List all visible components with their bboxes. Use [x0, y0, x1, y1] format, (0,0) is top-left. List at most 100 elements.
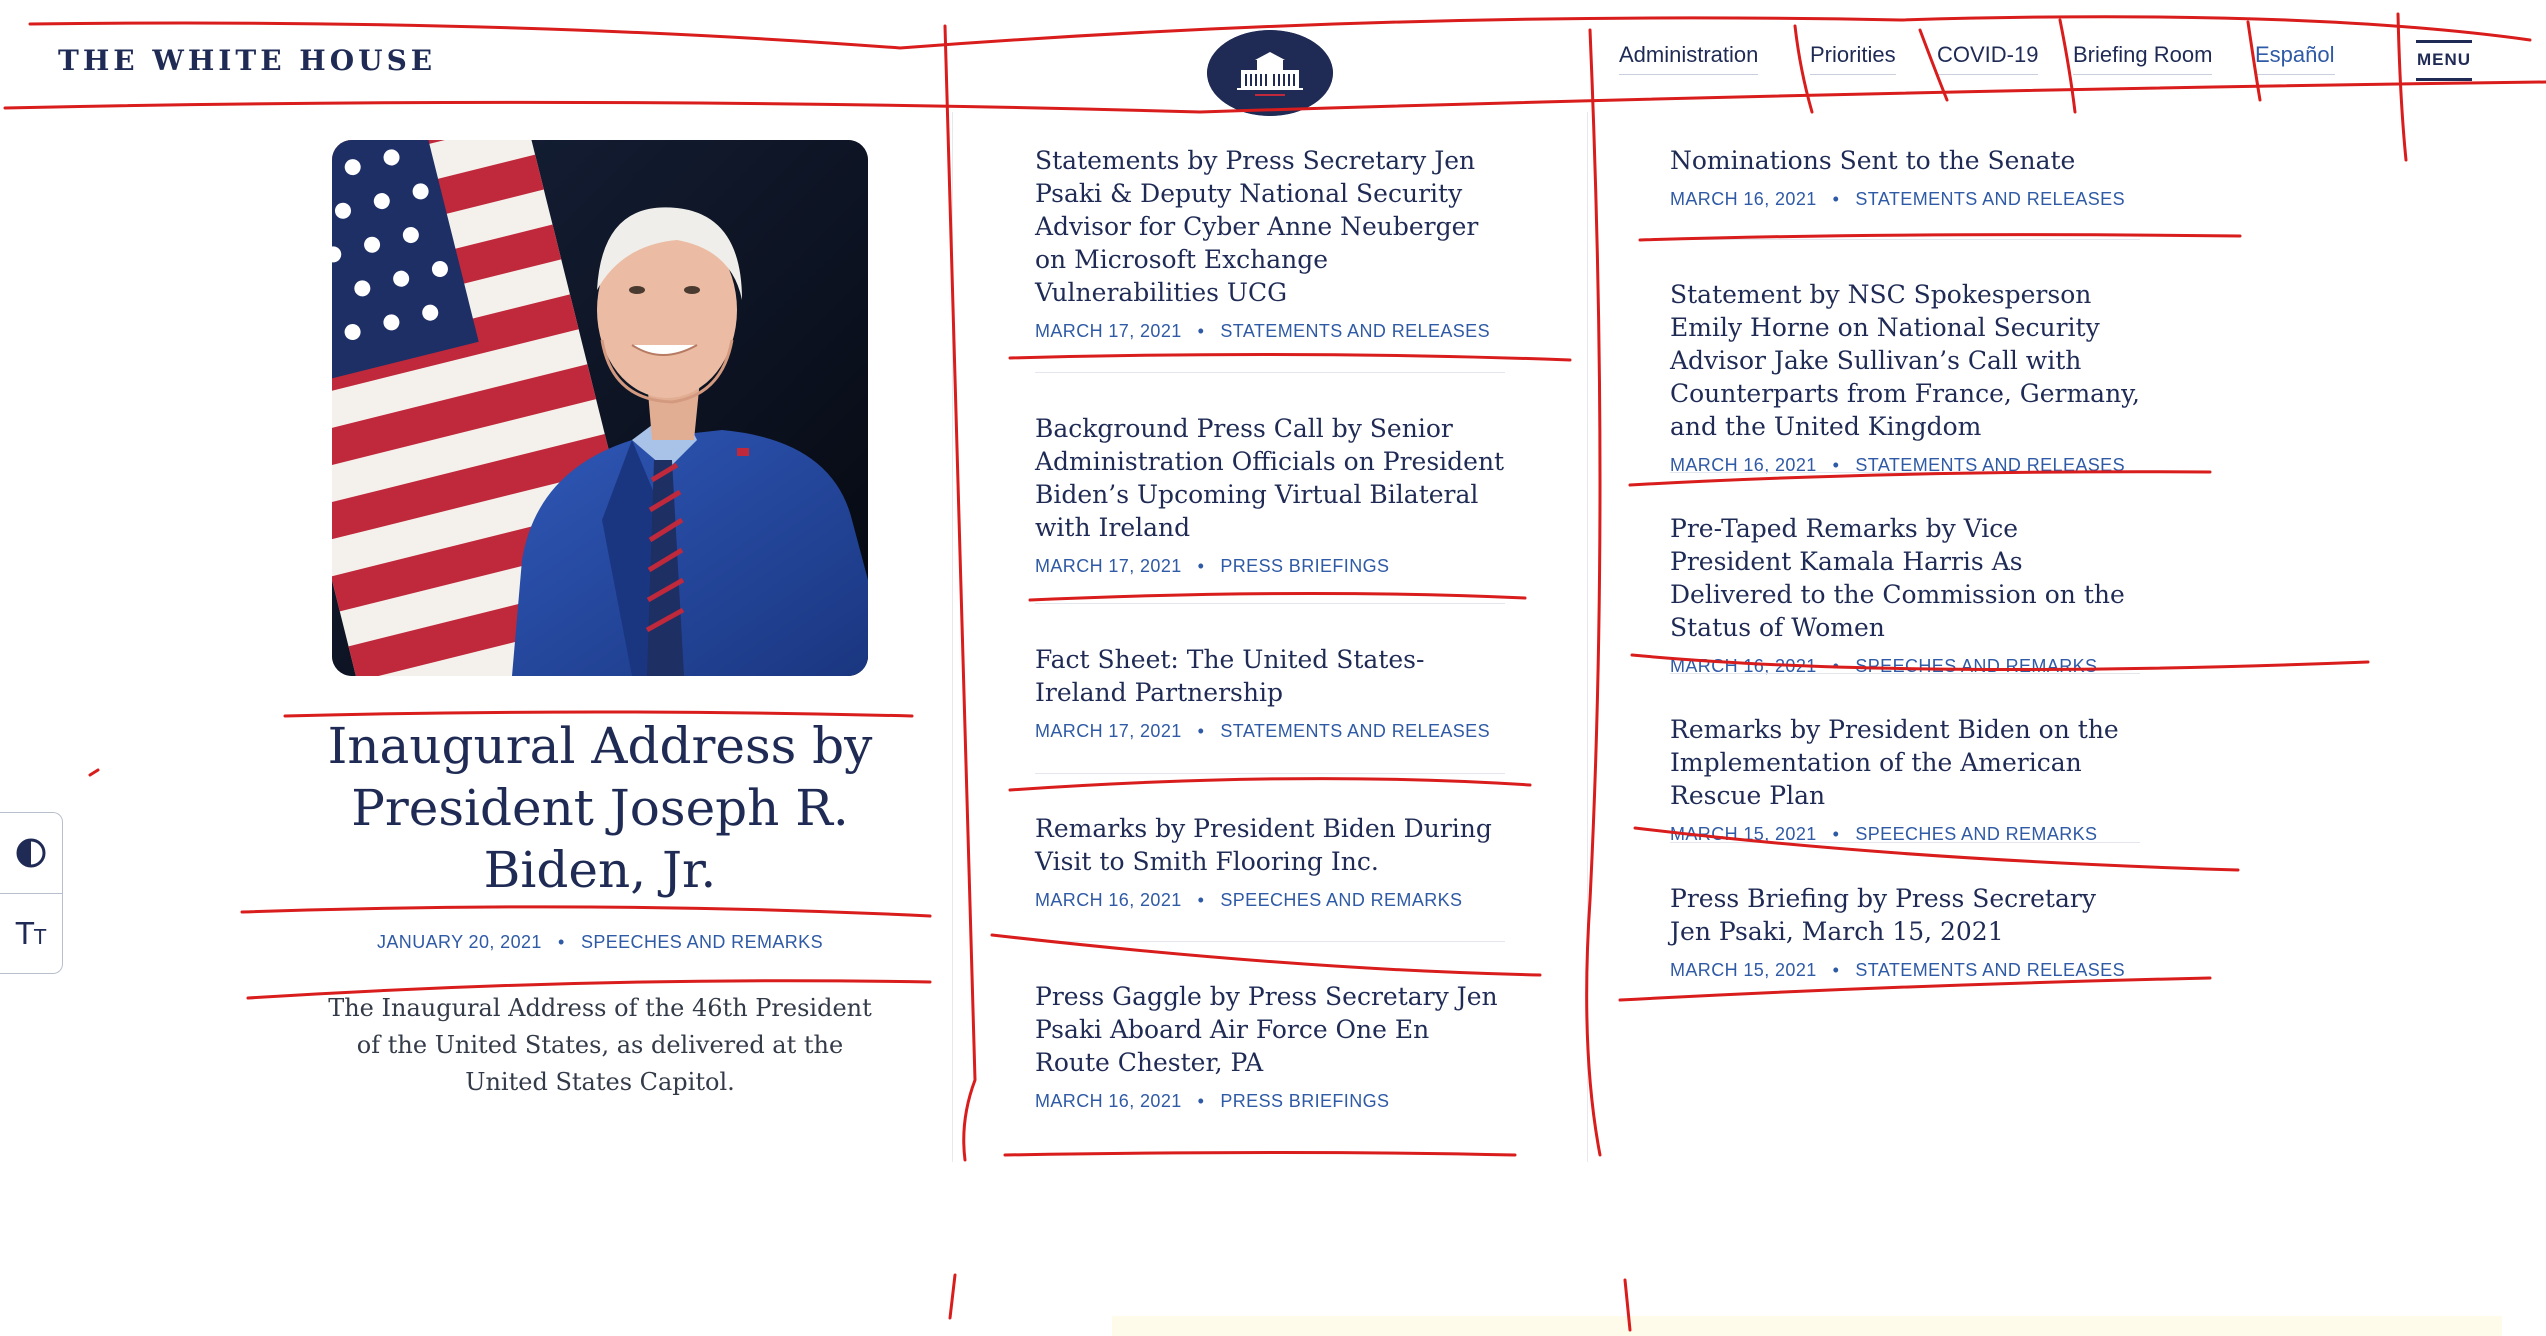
featured-description: The Inaugural Address of the 46th Presid… [328, 994, 872, 1096]
article-item: Background Press Call by Senior Administ… [1035, 412, 1505, 577]
article-item: Press Gaggle by Press Secretary Jen Psak… [1035, 980, 1505, 1112]
article-meta: MARCH 16, 2021 • PRESS BRIEFINGS [1035, 1091, 1505, 1112]
article-category-link[interactable]: SPEECHES AND REMARKS [1220, 890, 1462, 910]
president-portrait-photo[interactable] [332, 140, 868, 676]
nav-briefing-room[interactable]: Briefing Room [2073, 42, 2213, 75]
article-meta: MARCH 16, 2021 • STATEMENTS AND RELEASES [1670, 189, 2140, 210]
menu-bar-bottom [2416, 78, 2472, 81]
article-title-link[interactable]: Remarks by President Biden During Visit … [1035, 812, 1505, 878]
article-item: Remarks by President Biden During Visit … [1035, 812, 1505, 911]
article-separator [1035, 603, 1505, 604]
featured-date: JANUARY 20, 2021 [376, 932, 542, 952]
article-item: Statements by Press Secretary Jen Psaki … [1035, 144, 1505, 342]
column-divider [952, 112, 953, 1162]
contrast-toggle-button[interactable] [0, 813, 62, 893]
article-title-link[interactable]: Fact Sheet: The United States-Ireland Pa… [1035, 643, 1505, 709]
article-item: Press Briefing by Press Secretary Jen Ps… [1670, 882, 2140, 981]
article-category-link[interactable]: SPEECHES AND REMARKS [1855, 824, 2097, 844]
article-title-link[interactable]: Statements by Press Secretary Jen Psaki … [1035, 144, 1505, 309]
article-category-link[interactable]: PRESS BRIEFINGS [1220, 1091, 1389, 1111]
article-meta: MARCH 16, 2021 • SPEECHES AND REMARKS [1035, 890, 1505, 911]
article-separator [1670, 239, 2140, 240]
meta-bullet: • [1197, 721, 1205, 741]
article-title-link[interactable]: Remarks by President Biden on the Implem… [1670, 713, 2140, 812]
menu-button[interactable]: MENU [2416, 40, 2472, 84]
white-house-seal-logo[interactable] [1207, 30, 1333, 116]
annotation-stroke [1008, 352, 1572, 362]
menu-label: MENU [2416, 50, 2472, 69]
text-size-large: T [15, 916, 35, 952]
text-size-icon: TT [16, 917, 47, 952]
annotation-stroke [1028, 591, 1527, 602]
site-header: THE WHITE HOUSE Administration Prioritie… [0, 0, 2546, 116]
article-title-link[interactable]: Press Briefing by Press Secretary Jen Ps… [1670, 882, 2140, 948]
featured-category-link[interactable]: SPEECHES AND REMARKS [581, 932, 823, 952]
annotation-stroke [1003, 1151, 1517, 1157]
site-title[interactable]: THE WHITE HOUSE [58, 44, 436, 77]
article-category-link[interactable]: STATEMENTS AND RELEASES [1220, 321, 1490, 341]
annotation-stroke [948, 1273, 957, 1320]
nav-administration[interactable]: Administration [1619, 42, 1759, 75]
annotation-stroke [1008, 777, 1532, 792]
article-date: MARCH 15, 2021 [1670, 960, 1817, 980]
article-title-link[interactable]: Pre-Taped Remarks by Vice President Kama… [1670, 512, 2140, 644]
accessibility-toolbar: TT [0, 812, 63, 974]
article-category-link[interactable]: STATEMENTS AND RELEASES [1855, 189, 2125, 209]
article-item: Statement by NSC Spokesperson Emily Horn… [1670, 278, 2140, 476]
article-date: MARCH 17, 2021 [1035, 721, 1182, 741]
annotation-stroke [943, 24, 977, 1162]
article-separator [1035, 773, 1505, 774]
article-category-link[interactable]: PRESS BRIEFINGS [1220, 556, 1389, 576]
article-date: MARCH 17, 2021 [1035, 321, 1182, 341]
article-title-link[interactable]: Press Gaggle by Press Secretary Jen Psak… [1035, 980, 1505, 1079]
annotation-stroke [240, 905, 932, 918]
article-date: MARCH 16, 2021 [1670, 189, 1817, 209]
article-separator [1035, 941, 1505, 942]
article-separator [1670, 472, 2140, 473]
text-size-button[interactable]: TT [0, 893, 62, 974]
nav-priorities[interactable]: Priorities [1810, 42, 1896, 75]
article-date: MARCH 17, 2021 [1035, 556, 1182, 576]
nav-espanol[interactable]: Español [2255, 42, 2335, 75]
article-item: Pre-Taped Remarks by Vice President Kama… [1670, 512, 2140, 677]
meta-bullet: • [1197, 890, 1205, 910]
text-size-small: T [34, 924, 47, 949]
featured-meta: JANUARY 20, 2021 • SPEECHES AND REMARKS [230, 932, 970, 953]
article-category-link[interactable]: STATEMENTS AND RELEASES [1855, 960, 2125, 980]
meta-bullet: • [1832, 824, 1840, 844]
article-item: Fact Sheet: The United States-Ireland Pa… [1035, 643, 1505, 742]
featured-title-line: President Joseph R. [351, 779, 849, 837]
featured-title-line: Inaugural Address by [327, 717, 873, 775]
meta-bullet: • [558, 932, 565, 952]
nav-covid-19[interactable]: COVID-19 [1937, 42, 2039, 75]
annotation-stroke [1585, 28, 1602, 1157]
article-title-link[interactable]: Statement by NSC Spokesperson Emily Horn… [1670, 278, 2140, 443]
article-title-link[interactable]: Background Press Call by Senior Administ… [1035, 412, 1505, 544]
article-title-link[interactable]: Nominations Sent to the Senate [1670, 144, 2140, 177]
article-item: Nominations Sent to the Senate MARCH 16, … [1670, 144, 2140, 210]
featured-title-line: Biden, Jr. [483, 841, 717, 899]
meta-bullet: • [1197, 1091, 1205, 1111]
meta-bullet: • [1197, 321, 1205, 341]
article-separator [1035, 372, 1505, 373]
article-date: MARCH 15, 2021 [1670, 824, 1817, 844]
article-category-link[interactable]: STATEMENTS AND RELEASES [1220, 721, 1490, 741]
article-item: Remarks by President Biden on the Implem… [1670, 713, 2140, 845]
menu-bar-top [2416, 40, 2472, 43]
meta-bullet: • [1832, 189, 1840, 209]
contrast-icon [16, 838, 46, 868]
article-separator [1670, 673, 2140, 674]
article-meta: MARCH 17, 2021 • STATEMENTS AND RELEASES [1035, 721, 1505, 742]
featured-title[interactable]: Inaugural Address by President Joseph R.… [230, 715, 970, 901]
article-date: MARCH 16, 2021 [1035, 1091, 1182, 1111]
annotation-stroke [88, 768, 100, 777]
footer-banner-strip [1112, 1316, 2502, 1336]
meta-bullet: • [1197, 556, 1205, 576]
article-meta: MARCH 17, 2021 • STATEMENTS AND RELEASES [1035, 321, 1505, 342]
article-date: MARCH 16, 2021 [1035, 890, 1182, 910]
article-meta: MARCH 17, 2021 • PRESS BRIEFINGS [1035, 556, 1505, 577]
column-divider [1587, 112, 1588, 1162]
article-meta: MARCH 15, 2021 • STATEMENTS AND RELEASES [1670, 960, 2140, 981]
annotation-stroke [1618, 976, 2212, 1002]
meta-bullet: • [1832, 960, 1840, 980]
